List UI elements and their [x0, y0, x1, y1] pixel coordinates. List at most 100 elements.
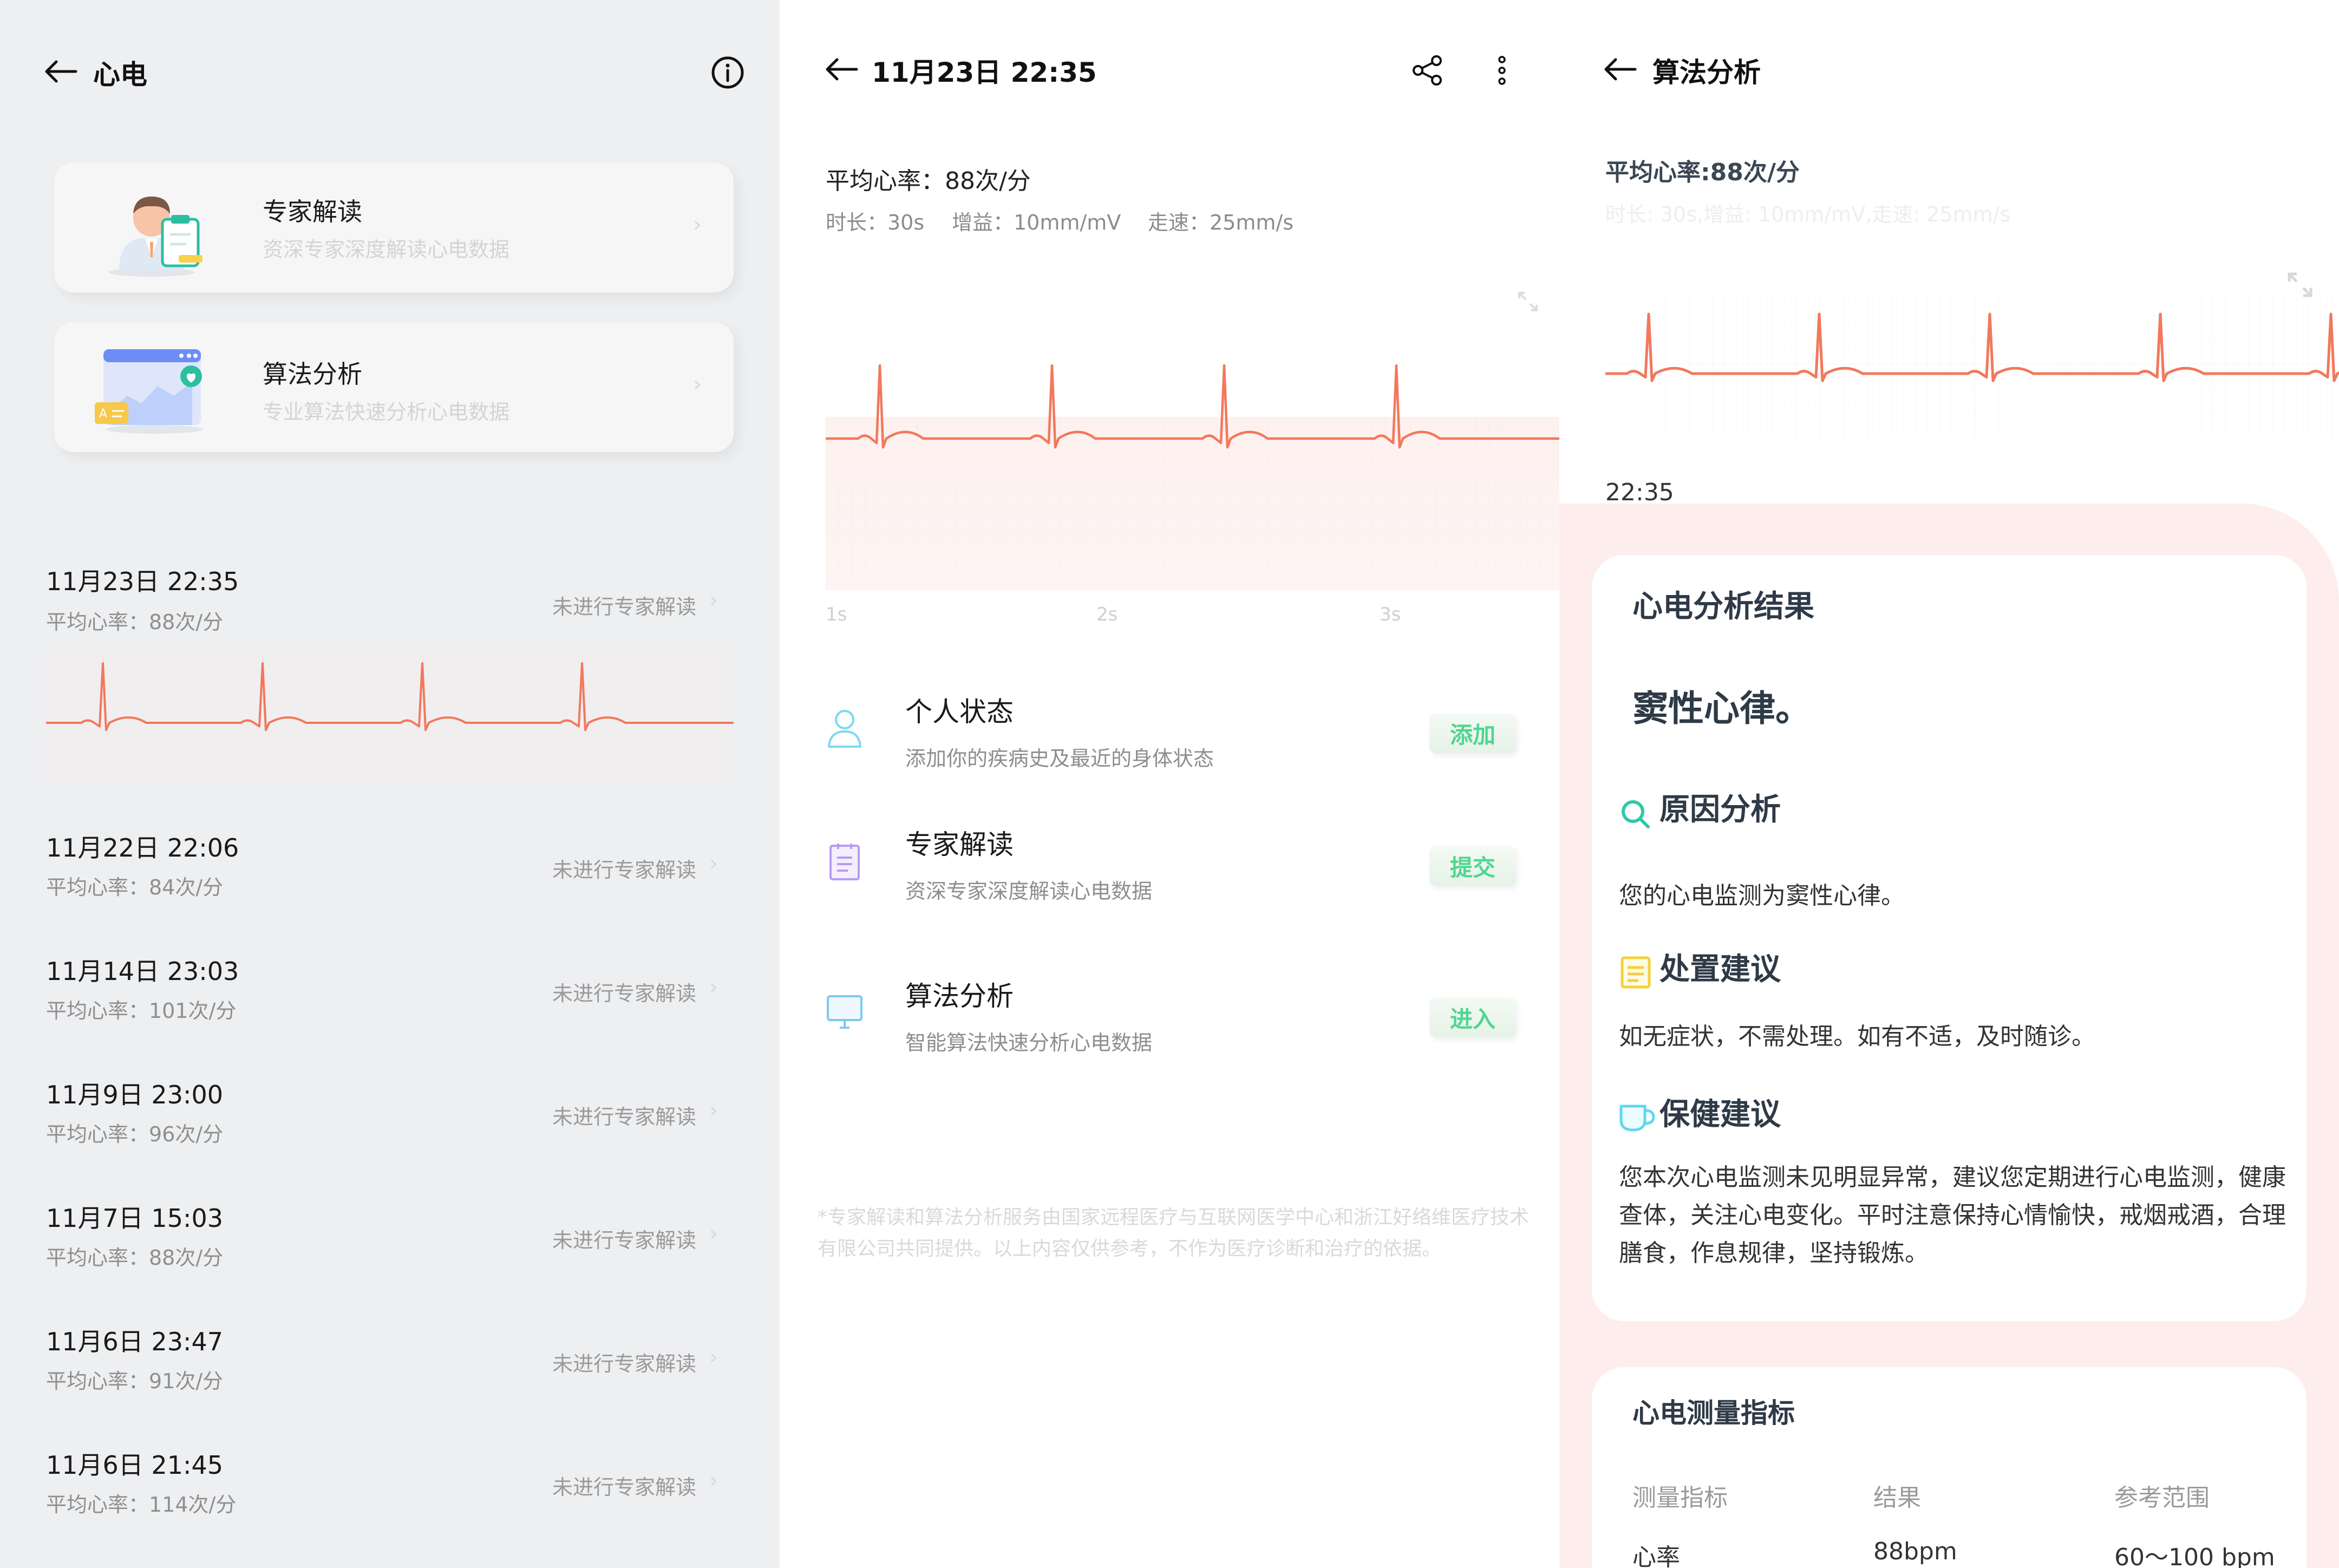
share-icon[interactable]: [1410, 53, 1445, 88]
algorithm-analysis-row[interactable]: 算法分析 智能算法快速分析心电数据 进入: [780, 969, 1559, 1067]
record-heart-rate: 平均心率：101次/分: [46, 999, 237, 1023]
record-heart-rate: 平均心率：114次/分: [46, 1493, 237, 1517]
speed-label: 走速：25mm/s: [1148, 211, 1293, 234]
action-title: 算法分析: [905, 981, 1014, 1012]
average-heart-rate: 平均心率：88次/分: [826, 167, 1031, 195]
algorithm-analysis-card[interactable]: A 算法分析 专业算法快速分析心电数据 ›: [54, 322, 734, 452]
person-icon: [828, 710, 861, 748]
ecg-record-item[interactable]: 11月6日 23:47 平均心率：91次/分 未进行专家解读 ›: [0, 1317, 780, 1425]
expert-interpretation-card[interactable]: 专家解读 资深专家深度解读心电数据 ›: [54, 162, 734, 292]
record-status: 未进行专家解读: [552, 858, 697, 882]
back-arrow-icon[interactable]: [824, 57, 859, 81]
duration-label: 时长：30s: [826, 211, 925, 234]
health-text: 您本次心电监测未见明显异常，建议您定期进行心电监测，健康查体，关注心电变化。平时…: [1619, 1164, 2286, 1267]
monitor-icon: [827, 995, 863, 1029]
metrics-heading: 心电测量指标: [1632, 1397, 1795, 1429]
table-cell: 60～100 bpm: [2114, 1544, 2275, 1568]
analysis-result-card: 心电分析结果 窦性心律。 原因分析 您的心电监测为窦性心律。 处置建议 如无症状…: [1592, 555, 2307, 1321]
chevron-right-icon: ›: [709, 588, 718, 613]
health-heading: 保健建议: [1659, 1097, 1781, 1132]
ecg-list-screen: 心电 专家解读 资深专家深度解读心电数据 › A 算法分析 专业算法快速分析心电…: [0, 0, 780, 1568]
record-date: 11月14日 23:03: [46, 957, 239, 986]
chevron-right-icon: ›: [709, 1468, 718, 1493]
analysis-chart-icon: A: [95, 349, 203, 434]
ecg-record-item[interactable]: 11月6日 21:45 平均心率：114次/分 未进行专家解读 ›: [0, 1440, 780, 1549]
notepad-icon: [1621, 956, 1651, 989]
chevron-right-icon: ›: [709, 851, 718, 876]
table-header: 参考范围: [2114, 1484, 2210, 1512]
gain-label: 增益：10mm/mV: [952, 211, 1121, 234]
action-subtitle: 资深专家深度解读心电数据: [905, 879, 1153, 903]
chevron-right-icon: ›: [709, 1345, 718, 1370]
ecg-record-item[interactable]: 11月7日 15:03 平均心率：88次/分 未进行专家解读 ›: [0, 1193, 780, 1302]
result-value: 窦性心律。: [1632, 688, 1811, 729]
card-title: 算法分析: [263, 360, 362, 389]
page-title: 11月23日 22:35: [872, 57, 1097, 88]
page-title: 算法分析: [1652, 57, 1761, 88]
back-arrow-icon[interactable]: [1603, 57, 1637, 81]
record-heart-rate: 平均心率：91次/分: [46, 1369, 224, 1393]
chevron-right-icon: ›: [709, 975, 718, 999]
expert-interpretation-row[interactable]: 专家解读 资深专家深度解读心电数据 提交: [780, 818, 1559, 915]
card-subtitle: 专业算法快速分析心电数据: [263, 400, 510, 424]
cup-icon: [1619, 1105, 1655, 1132]
measurement-meta: 时长: 30s,增益: 10mm/mV,走速: 25mm/s: [1605, 202, 2011, 226]
result-heading: 心电分析结果: [1632, 589, 1814, 624]
ecg-record-item[interactable]: 11月9日 23:00 平均心率：96次/分 未进行专家解读 ›: [0, 1070, 780, 1178]
cause-heading: 原因分析: [1659, 792, 1781, 827]
record-date: 11月23日 22:35: [46, 567, 239, 596]
record-date: 11月6日 23:47: [46, 1327, 223, 1356]
chevron-right-icon: ›: [693, 372, 702, 397]
action-subtitle: 智能算法快速分析心电数据: [905, 1031, 1153, 1055]
table-header: 测量指标: [1632, 1484, 1728, 1512]
ecg-waveform-chart[interactable]: [1605, 292, 2339, 439]
record-status: 未进行专家解读: [552, 1229, 697, 1252]
table-header: 结果: [1873, 1484, 1921, 1512]
doctor-icon: [108, 197, 202, 277]
table-cell: 心率: [1632, 1544, 1680, 1568]
average-heart-rate: 平均心率:88次/分: [1605, 159, 1800, 186]
ecg-waveform-chart[interactable]: [826, 336, 1559, 590]
ecg-record-item[interactable]: 11月14日 23:03 平均心率：101次/分 未进行专家解读 ›: [0, 946, 780, 1055]
record-date: 11月6日 21:45: [46, 1451, 223, 1480]
record-heart-rate: 平均心率：88次/分: [46, 1246, 224, 1270]
add-button[interactable]: 添加: [1429, 713, 1516, 753]
page-title: 心电: [93, 59, 147, 90]
cause-text: 您的心电监测为窦性心律。: [1619, 882, 1905, 910]
chevron-right-icon: ›: [693, 212, 702, 237]
fullscreen-icon[interactable]: [1516, 290, 1540, 313]
enter-button[interactable]: 进入: [1429, 997, 1516, 1037]
action-title: 个人状态: [905, 696, 1014, 728]
record-status: 未进行专家解读: [552, 1105, 697, 1129]
axis-label: 2s: [1096, 604, 1118, 625]
chevron-right-icon: ›: [709, 1221, 718, 1246]
ecg-record-item[interactable]: 11月22日 22:06 平均心率：84次/分 未进行专家解读 ›: [0, 823, 780, 931]
record-heart-rate: 平均心率：84次/分: [46, 876, 224, 899]
record-date: 11月7日 15:03: [46, 1204, 223, 1233]
advice-text: 如无症状，不需处理。如有不适，及时随诊。: [1619, 1023, 2095, 1050]
measurement-metrics-card: 心电测量指标 测量指标 结果 参考范围 心率 88bpm 60～100 bpm: [1592, 1367, 2307, 1568]
record-date: 11月9日 23:00: [46, 1080, 223, 1109]
search-icon: [1622, 800, 1650, 828]
measurement-time: 22:35: [1605, 479, 1674, 506]
advice-heading: 处置建议: [1659, 952, 1781, 987]
ecg-detail-screen: 11月23日 22:35 平均心率：88次/分 时长：30s 增益：10mm/m…: [780, 0, 1559, 1568]
algorithm-analysis-screen: 算法分析 平均心率:88次/分 时长: 30s,增益: 10mm/mV,走速: …: [1559, 0, 2339, 1568]
back-arrow-icon[interactable]: [43, 60, 78, 83]
submit-button[interactable]: 提交: [1429, 846, 1516, 886]
axis-label: 3s: [1380, 604, 1401, 625]
action-subtitle: 添加你的疾病史及最近的身体状态: [905, 747, 1214, 770]
info-icon[interactable]: [710, 55, 745, 90]
disclaimer-text: *专家解读和算法分析服务由国家远程医疗与互联网医学中心和浙江好络维医疗技术有限公…: [818, 1206, 1530, 1260]
more-icon[interactable]: [1495, 54, 1508, 87]
ecg-record-item[interactable]: 11月23日 22:35 平均心率：88次/分 未进行专家解读 ›: [0, 558, 780, 796]
svg-text:A: A: [99, 407, 107, 421]
table-cell: 88bpm: [1873, 1538, 1957, 1565]
clipboard-icon: [829, 844, 860, 880]
record-date: 11月22日 22:06: [46, 833, 239, 863]
record-status: 未进行专家解读: [552, 1475, 697, 1499]
ecg-waveform-thumbnail: [46, 647, 734, 782]
personal-status-row[interactable]: 个人状态 添加你的疾病史及最近的身体状态 添加: [780, 685, 1559, 782]
record-status: 未进行专家解读: [552, 1352, 697, 1376]
axis-label: 1s: [826, 604, 847, 625]
